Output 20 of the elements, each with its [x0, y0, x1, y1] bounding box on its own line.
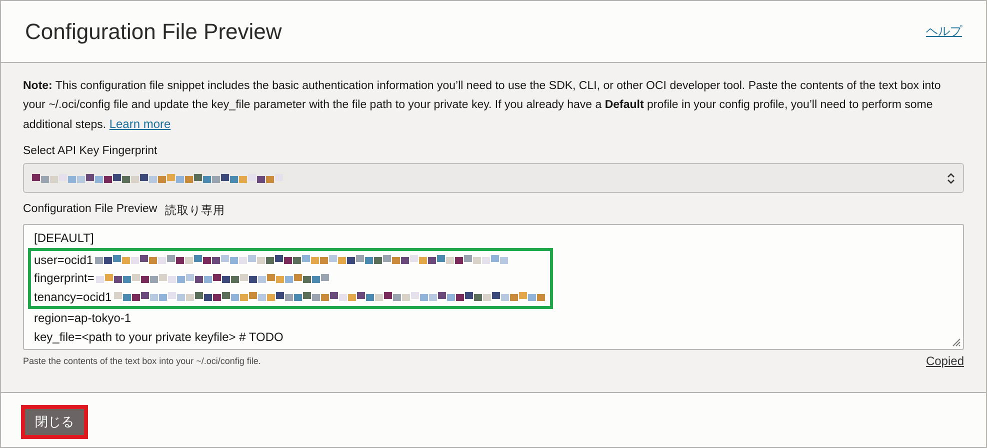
copied-link[interactable]: Copied [926, 354, 964, 368]
note-text: Note: This configuration file snippet includes the basic authentication information you’ll need to use the SDK, CLI, or other OCI developer tool. Paste the contents of the text box into your ~/.oci/config file and update the key_file parameter with the file path to your private key. If you already have a Default profile in your config profile, you’ll need to perform some additional steps. Learn more [23, 79, 942, 133]
dialog-title: Configuration File Preview [25, 18, 282, 44]
field-label: Configuration File Preview [23, 203, 158, 217]
field-label: Select API Key Fingerprint [23, 145, 158, 157]
config-text-area[interactable]: [DEFAULT] user=ocid1 fingerprint= tenancy=ocid1 region=ap-tokyo-1 key_file=<path to your private keyfile> # TODO [23, 224, 964, 350]
config-line: region=ap-tokyo-1 [34, 311, 132, 326]
config-line: fingerprint= [34, 271, 94, 286]
close-button[interactable]: 閉じる [25, 409, 84, 435]
config-line: user=ocid1 [34, 252, 94, 267]
config-line: key_file=<path to your private keyfile> # TODO [34, 330, 284, 344]
hint-text: Paste the contents of the text box into your ~/.oci/config file. [23, 356, 261, 366]
read-only-label: 読取り専用 [165, 204, 226, 218]
up-down-caret-icon [947, 172, 955, 184]
resize-grip-icon [952, 338, 961, 347]
config-line: [DEFAULT] [34, 231, 94, 246]
config-line: tenancy=ocid1 [34, 290, 112, 304]
help-link[interactable]: ヘルプ [926, 23, 962, 40]
learn-more-link[interactable]: Learn more [109, 117, 171, 131]
fingerprint-select[interactable] [23, 163, 964, 193]
